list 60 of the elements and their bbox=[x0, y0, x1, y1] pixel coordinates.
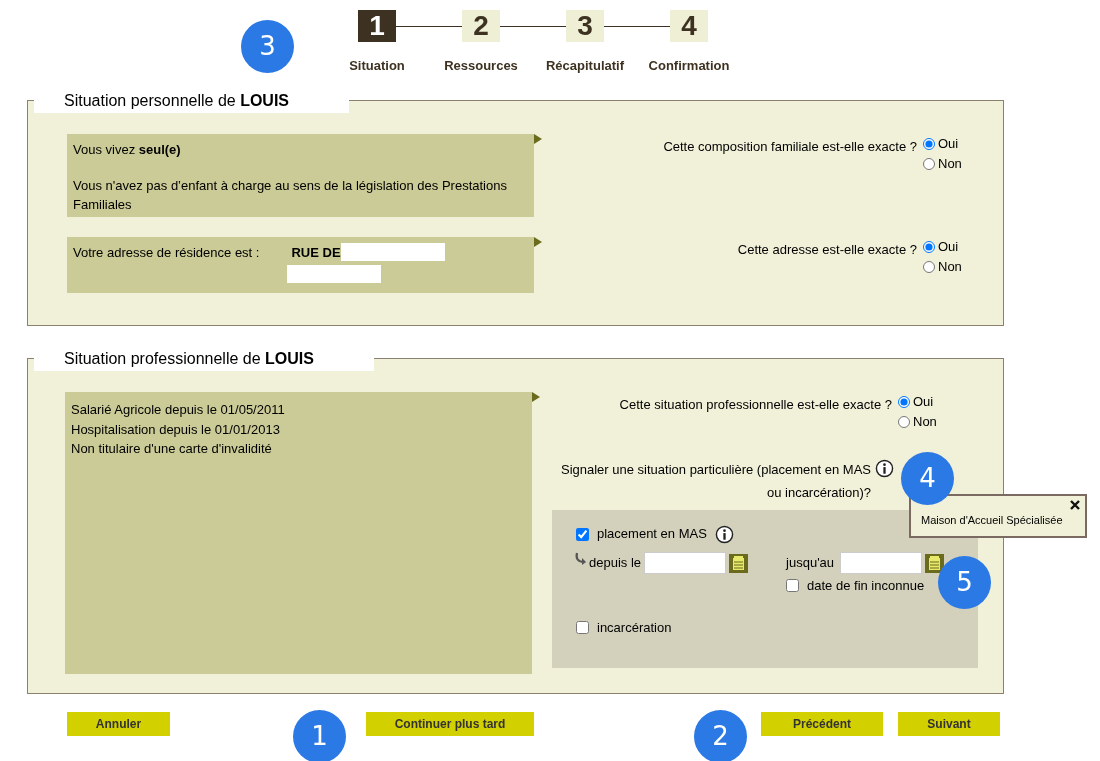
radio-button[interactable] bbox=[898, 416, 910, 428]
radio-button[interactable] bbox=[923, 241, 935, 253]
step-label: Récapitulatif bbox=[546, 57, 624, 75]
info-icon[interactable] bbox=[875, 459, 894, 479]
action-button[interactable]: Suivant bbox=[898, 712, 1000, 736]
radio-button[interactable] bbox=[923, 158, 935, 170]
info-text: Vous n'avez pas d’enfant à charge au sens de la législation des Prestations Familiales bbox=[73, 176, 508, 214]
info-text: Salarié Agricole depuis le 01/05/2011 bbox=[71, 401, 286, 419]
callout-badge: 2 bbox=[694, 710, 747, 761]
radio-label: Oui bbox=[938, 135, 959, 154]
step-number[interactable]: 4 bbox=[670, 10, 708, 42]
radio-label: Non bbox=[913, 413, 937, 432]
action-button[interactable]: Précédent bbox=[761, 712, 883, 736]
checkbox[interactable] bbox=[576, 527, 589, 541]
field-label: depuis le bbox=[589, 554, 642, 573]
info-icon[interactable] bbox=[714, 525, 734, 545]
section-title: Situation personnelle de LOUIS bbox=[64, 92, 289, 109]
step-label: Confirmation bbox=[648, 57, 730, 75]
checkbox-label: date de fin inconnue bbox=[807, 577, 925, 596]
checkbox-label: incarcération bbox=[597, 618, 672, 637]
question-text: Cette situation professionnelle est-elle exacte ? bbox=[619, 396, 892, 414]
special-prompt: Signaler une situation particulière (placement en MAS ou incarcération)? bbox=[560, 461, 871, 502]
callout-badge: 1 bbox=[293, 710, 346, 761]
radio-button[interactable] bbox=[898, 396, 910, 408]
step-number[interactable]: 1 bbox=[358, 10, 396, 42]
calendar-icon[interactable] bbox=[925, 553, 945, 573]
field-label: jusqu'au bbox=[786, 554, 835, 573]
calendar-icon[interactable] bbox=[729, 553, 749, 573]
radio-button[interactable] bbox=[923, 138, 935, 150]
checkbox[interactable] bbox=[576, 620, 589, 634]
question-text: Cette adresse est-elle exacte ? bbox=[737, 241, 917, 259]
section-title: Situation professionnelle de LOUIS bbox=[64, 350, 314, 367]
radio-label: Non bbox=[938, 155, 962, 174]
checkbox-label: placement en MAS bbox=[597, 525, 707, 544]
question-text: Cette composition familiale est-elle exacte ? bbox=[663, 138, 917, 156]
radio-label: Non bbox=[938, 258, 962, 277]
step-number[interactable]: 2 bbox=[462, 10, 500, 42]
indent-arrow-icon bbox=[574, 552, 586, 567]
arrow-marker-icon bbox=[532, 392, 540, 402]
step-number[interactable]: 3 bbox=[566, 10, 604, 42]
info-text: Vous vivez seul(e) bbox=[73, 141, 182, 159]
arrow-marker-icon bbox=[533, 237, 542, 247]
arrow-marker-icon bbox=[533, 134, 542, 144]
radio-button[interactable] bbox=[923, 261, 935, 273]
close-icon[interactable] bbox=[1070, 500, 1080, 510]
info-text: Non titulaire d'une carte d'invalidité bbox=[71, 440, 273, 458]
address-label: Votre adresse de résidence est : bbox=[73, 244, 260, 262]
callout-badge: 3 bbox=[241, 20, 294, 73]
step-label: Ressources bbox=[444, 57, 518, 75]
date-input-field[interactable] bbox=[840, 552, 923, 575]
info-text: Hospitalisation depuis le 01/01/2013 bbox=[71, 420, 281, 439]
action-button[interactable]: Continuer plus tard bbox=[366, 712, 534, 736]
tooltip-text: Maison d'Accueil Spécialisée bbox=[921, 514, 1063, 526]
action-button[interactable]: Annuler bbox=[67, 712, 170, 736]
checkbox[interactable] bbox=[786, 579, 800, 593]
date-input-field[interactable] bbox=[644, 552, 727, 575]
radio-label: Oui bbox=[938, 238, 959, 257]
address-street: RUE DE bbox=[291, 244, 341, 262]
step-label: Situation bbox=[349, 57, 405, 75]
radio-label: Oui bbox=[913, 393, 934, 412]
